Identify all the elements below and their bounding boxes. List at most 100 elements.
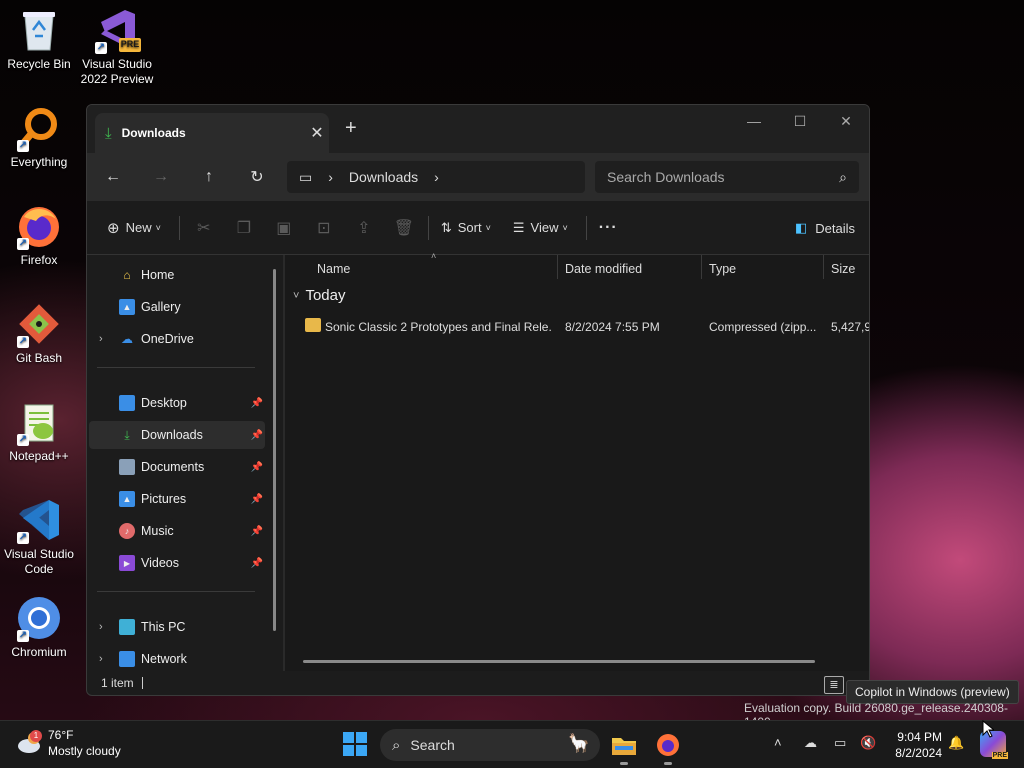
desktop-icon-visual-studio-preview[interactable]: PRE ↗ Visual Studio 2022 Preview	[78, 6, 156, 87]
sidebar-scrollbar[interactable]	[273, 269, 276, 631]
column-header-name[interactable]: Name	[317, 255, 350, 283]
breadcrumb-chevron-icon[interactable]: ›	[434, 169, 439, 185]
desktop-icon-chromium[interactable]: ↗ Chromium	[0, 594, 78, 660]
sidebar-item-music[interactable]: ♪ Music 📌	[89, 517, 265, 545]
desktop-icon-everything[interactable]: ↗ Everything	[0, 104, 78, 170]
recycle-bin-icon	[15, 6, 63, 54]
sidebar-item-desktop[interactable]: Desktop 📌	[89, 389, 265, 417]
shortcut-arrow-icon: ↗	[95, 42, 107, 54]
details-label: Details	[815, 220, 855, 236]
view-button[interactable]: ☰ View ˅	[505, 212, 576, 244]
column-divider[interactable]	[823, 255, 824, 279]
title-bar: ⤓ Downloads ✕ + — ☐ ✕	[87, 105, 869, 153]
taskbar-file-explorer[interactable]	[608, 729, 640, 765]
close-tab-icon[interactable]: ✕	[305, 123, 329, 143]
refresh-button[interactable]: ↻	[233, 157, 281, 197]
show-hidden-icons-chevron-icon[interactable]: ˄	[774, 735, 782, 750]
start-button[interactable]	[342, 731, 370, 759]
minimize-button[interactable]: —	[731, 105, 777, 137]
weather-widget[interactable]: 1 76°F Mostly cloudy	[16, 727, 121, 759]
sidebar-item-home[interactable]: ⌂ Home	[89, 261, 265, 289]
windows-logo-icon	[343, 732, 367, 756]
up-button[interactable]: ↑	[185, 157, 233, 197]
onedrive-icon: ☁	[121, 332, 133, 346]
pin-icon[interactable]: 📌	[251, 526, 263, 537]
close-window-button[interactable]: ✕	[823, 105, 869, 137]
sidebar-item-label: Pictures	[141, 492, 187, 506]
search-input[interactable]: Search Downloads ⌕	[595, 161, 859, 193]
details-button[interactable]: ◧ Details	[795, 212, 855, 244]
new-tab-button[interactable]: +	[345, 117, 357, 140]
column-header-type[interactable]: Type	[709, 255, 736, 283]
network-icon	[119, 651, 135, 667]
share-icon[interactable]: ⇪	[344, 218, 384, 238]
sidebar-item-pictures[interactable]: ▲ Pictures 📌	[89, 485, 265, 513]
maximize-button[interactable]: ☐	[777, 105, 823, 137]
details-view-icon[interactable]: ≣	[824, 676, 844, 694]
running-indicator	[664, 762, 672, 765]
pin-icon[interactable]: 📌	[251, 494, 263, 505]
tab-downloads[interactable]: ⤓ Downloads ✕	[95, 113, 329, 153]
desktop-icon-vscode[interactable]: ↗ Visual Studio Code	[0, 496, 78, 577]
clock-date: 8/2/2024	[895, 746, 942, 760]
more-icon: ···	[598, 218, 618, 236]
desktop-icon-notepad-plus-plus[interactable]: ↗ Notepad++	[0, 398, 78, 464]
pin-icon[interactable]: 📌	[251, 430, 263, 441]
horizontal-scrollbar[interactable]	[303, 660, 815, 663]
divider	[427, 215, 429, 240]
body-area: ⌂ Home ▲ Gallery › ☁ OneDrive Desktop 📌 …	[87, 251, 869, 673]
this-pc-icon	[119, 619, 135, 635]
sidebar-item-network[interactable]: › Network	[89, 645, 265, 673]
sidebar-item-gallery[interactable]: ▲ Gallery	[89, 293, 265, 321]
network-display-icon[interactable]: ▭	[834, 735, 846, 751]
sidebar-item-onedrive[interactable]: › ☁ OneDrive	[89, 325, 265, 353]
breadcrumb-downloads[interactable]: Downloads	[349, 169, 418, 185]
chromium-icon: ↗	[15, 594, 63, 642]
sidebar-item-documents[interactable]: Documents 📌	[89, 453, 265, 481]
pin-icon[interactable]: 📌	[251, 398, 263, 409]
divider	[97, 591, 255, 592]
cut-icon[interactable]: ✂	[184, 218, 224, 238]
more-options-button[interactable]: ···	[591, 212, 626, 244]
file-explorer-icon	[612, 738, 636, 755]
chevron-right-icon[interactable]: ›	[99, 333, 103, 345]
desktop-icon-git-bash[interactable]: ↗ Git Bash	[0, 300, 78, 366]
column-header-size[interactable]: Size	[831, 255, 855, 283]
sidebar-item-downloads[interactable]: ⤓ Downloads 📌	[89, 421, 265, 449]
desktop-icon-label: Chromium	[11, 645, 67, 659]
desktop-icon-recycle-bin[interactable]: Recycle Bin	[0, 6, 78, 72]
sort-button[interactable]: ⇅ Sort ˅	[433, 212, 499, 244]
sidebar-item-this-pc[interactable]: › This PC	[89, 613, 265, 641]
clock[interactable]: 9:04 PM 8/2/2024	[890, 729, 942, 761]
breadcrumb[interactable]: ▭ › Downloads ›	[287, 161, 585, 193]
new-button[interactable]: ⊕ New ˅	[99, 212, 169, 244]
onedrive-offline-icon[interactable]: ☁	[804, 735, 817, 751]
table-row[interactable]: Sonic Classic 2 Prototypes and Final Rel…	[285, 313, 869, 341]
group-header-today[interactable]: ˅ Today	[293, 287, 345, 304]
shortcut-arrow-icon: ↗	[17, 336, 29, 348]
chevron-right-icon[interactable]: ›	[99, 653, 103, 665]
copy-icon[interactable]: ❐	[224, 218, 264, 238]
file-date: 8/2/2024 7:55 PM	[565, 320, 660, 334]
notification-badge: 1	[30, 730, 42, 742]
chevron-right-icon[interactable]: ›	[99, 621, 103, 633]
volume-muted-icon[interactable]: 🔇	[860, 735, 876, 751]
desktop-icon-firefox[interactable]: ↗ Firefox	[0, 202, 78, 268]
column-divider[interactable]	[701, 255, 702, 279]
back-button[interactable]: ←	[89, 157, 137, 197]
pin-icon[interactable]: 📌	[251, 462, 263, 473]
column-header-date[interactable]: Date modified	[565, 255, 642, 283]
pin-icon[interactable]: 📌	[251, 558, 263, 569]
sidebar-item-videos[interactable]: ▶ Videos 📌	[89, 549, 265, 577]
paste-icon[interactable]: ▣	[264, 218, 304, 238]
file-name: Sonic Classic 2 Prototypes and Final Rel…	[325, 320, 551, 334]
notification-bell-icon[interactable]: 🔔	[948, 735, 964, 751]
taskbar-firefox[interactable]	[652, 729, 684, 765]
forward-button[interactable]: →	[137, 157, 185, 197]
rename-icon[interactable]: ⊡	[304, 218, 344, 238]
taskbar: 1 76°F Mostly cloudy ⌕ Search 🦙 ˄ ☁ ▭ 🔇 …	[0, 720, 1024, 768]
vscode-icon: ↗	[15, 496, 63, 544]
taskbar-search[interactable]: ⌕ Search 🦙	[380, 729, 600, 761]
delete-icon[interactable]: 🗑	[384, 218, 424, 238]
column-divider[interactable]	[557, 255, 558, 279]
